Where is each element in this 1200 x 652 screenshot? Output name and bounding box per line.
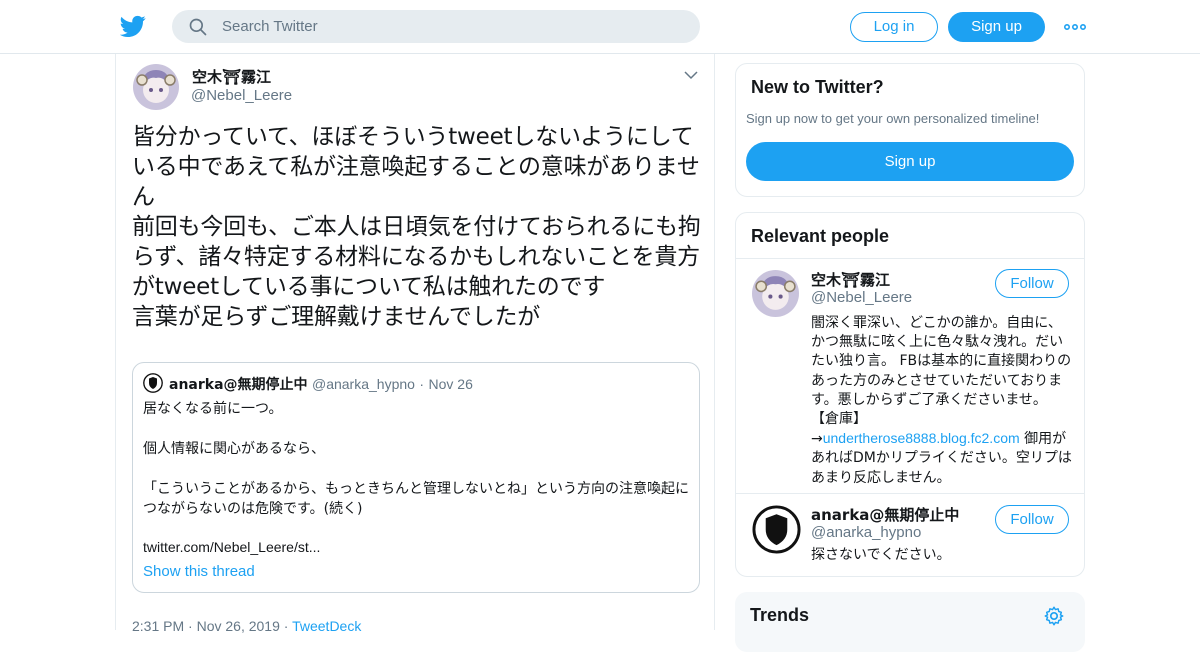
- trends-card: Trends: [735, 592, 1085, 652]
- quoted-tweet-header: anarka@無期停止中 @anarka_hypno · Nov 26: [169, 374, 473, 394]
- more-options-icon[interactable]: [1064, 18, 1086, 36]
- tweet-date[interactable]: Nov 26, 2019: [197, 618, 280, 634]
- show-thread-link[interactable]: Show this thread: [143, 563, 255, 580]
- quoted-author-name: anarka@無期停止中: [169, 377, 308, 393]
- quoted-tweet[interactable]: anarka@無期停止中 @anarka_hypno · Nov 26 居なくな…: [132, 362, 700, 593]
- quoted-tweet-text: 居なくなる前に一つ。 個人情報に関心があるなら、 「こういうことがあるから、もっ…: [143, 401, 689, 517]
- bio-link[interactable]: undertherose8888.blog.fc2.com: [823, 430, 1020, 446]
- follow-button[interactable]: Follow: [995, 269, 1069, 298]
- search-icon: [189, 18, 207, 36]
- search-input[interactable]: [222, 10, 682, 43]
- person-handle[interactable]: @anarka_hypno: [811, 524, 921, 541]
- avatar[interactable]: [752, 505, 801, 554]
- card-subtitle: Sign up now to get your own personalized…: [746, 111, 1040, 126]
- card-title: Trends: [750, 605, 810, 625]
- login-button[interactable]: Log in: [850, 12, 938, 42]
- shield-avatar-icon: [752, 505, 801, 554]
- person-name[interactable]: 空木⛩霧江: [811, 269, 890, 290]
- anime-avatar-icon: [133, 64, 179, 110]
- separator: ·: [419, 376, 425, 392]
- relevant-people-card: Relevant people 空木⛩霧江 @Nebel_Leere Follo…: [735, 212, 1085, 577]
- separator: ·: [188, 618, 193, 634]
- separator: ·: [283, 618, 289, 634]
- quoted-tweet-date: Nov 26: [428, 376, 473, 392]
- person-bio: 闇深く罪深い、どこかの誰か。自由に、かつ無駄に呟く上に色々駄々洩れ。だいたい独り…: [811, 314, 1073, 488]
- avatar: [143, 373, 163, 393]
- twitter-bird-icon[interactable]: [120, 13, 146, 39]
- person-handle[interactable]: @Nebel_Leere: [811, 289, 912, 306]
- quoted-author-handle: @anarka_hypno: [311, 376, 415, 392]
- bio-text: 闇深く罪深い、どこかの誰か。自由に、かつ無駄に呟く上に色々駄々洩れ。だいたい独り…: [811, 315, 1072, 448]
- avatar[interactable]: [133, 64, 179, 110]
- tweet-author-handle[interactable]: @Nebel_Leere: [191, 87, 292, 104]
- tweet-source-link[interactable]: TweetDeck: [292, 618, 361, 634]
- anime-avatar-icon: [752, 270, 799, 317]
- quoted-tweet-link[interactable]: twitter.com/Nebel_Leere/st...: [143, 539, 320, 555]
- tweet-text: 皆分かっていて、ほぼそういうtweetしないようにしている中であえて私が注意喚起…: [132, 124, 701, 330]
- divider: [736, 258, 1084, 259]
- card-title: New to Twitter?: [751, 77, 884, 97]
- person-name[interactable]: anarka@無期停止中: [811, 504, 959, 525]
- tweet-author-name[interactable]: 空木⛩霧江: [192, 66, 271, 87]
- card-title: Relevant people: [751, 226, 890, 246]
- chevron-down-icon[interactable]: [684, 70, 698, 80]
- tweet-metadata: 2:31 PM · Nov 26, 2019 · TweetDeck: [132, 618, 361, 634]
- top-navigation-bar: Log in Sign up: [0, 0, 1200, 54]
- signup-button[interactable]: Sign up: [948, 12, 1045, 42]
- new-to-twitter-card: New to Twitter? Sign up now to get your …: [735, 63, 1085, 197]
- follow-button[interactable]: Follow: [995, 505, 1069, 534]
- person-bio: 探さないでください。: [811, 547, 951, 563]
- gear-icon[interactable]: [1043, 605, 1065, 627]
- sidebar-signup-button[interactable]: Sign up: [746, 142, 1074, 181]
- search-box[interactable]: [172, 10, 700, 43]
- tweet-permalink-column: 空木⛩霧江 @Nebel_Leere 皆分かっていて、ほぼそういうtweetしな…: [115, 54, 715, 634]
- avatar[interactable]: [752, 270, 799, 317]
- tweet-time[interactable]: 2:31 PM: [132, 618, 184, 634]
- divider: [736, 493, 1084, 494]
- shield-avatar-icon: [143, 373, 163, 393]
